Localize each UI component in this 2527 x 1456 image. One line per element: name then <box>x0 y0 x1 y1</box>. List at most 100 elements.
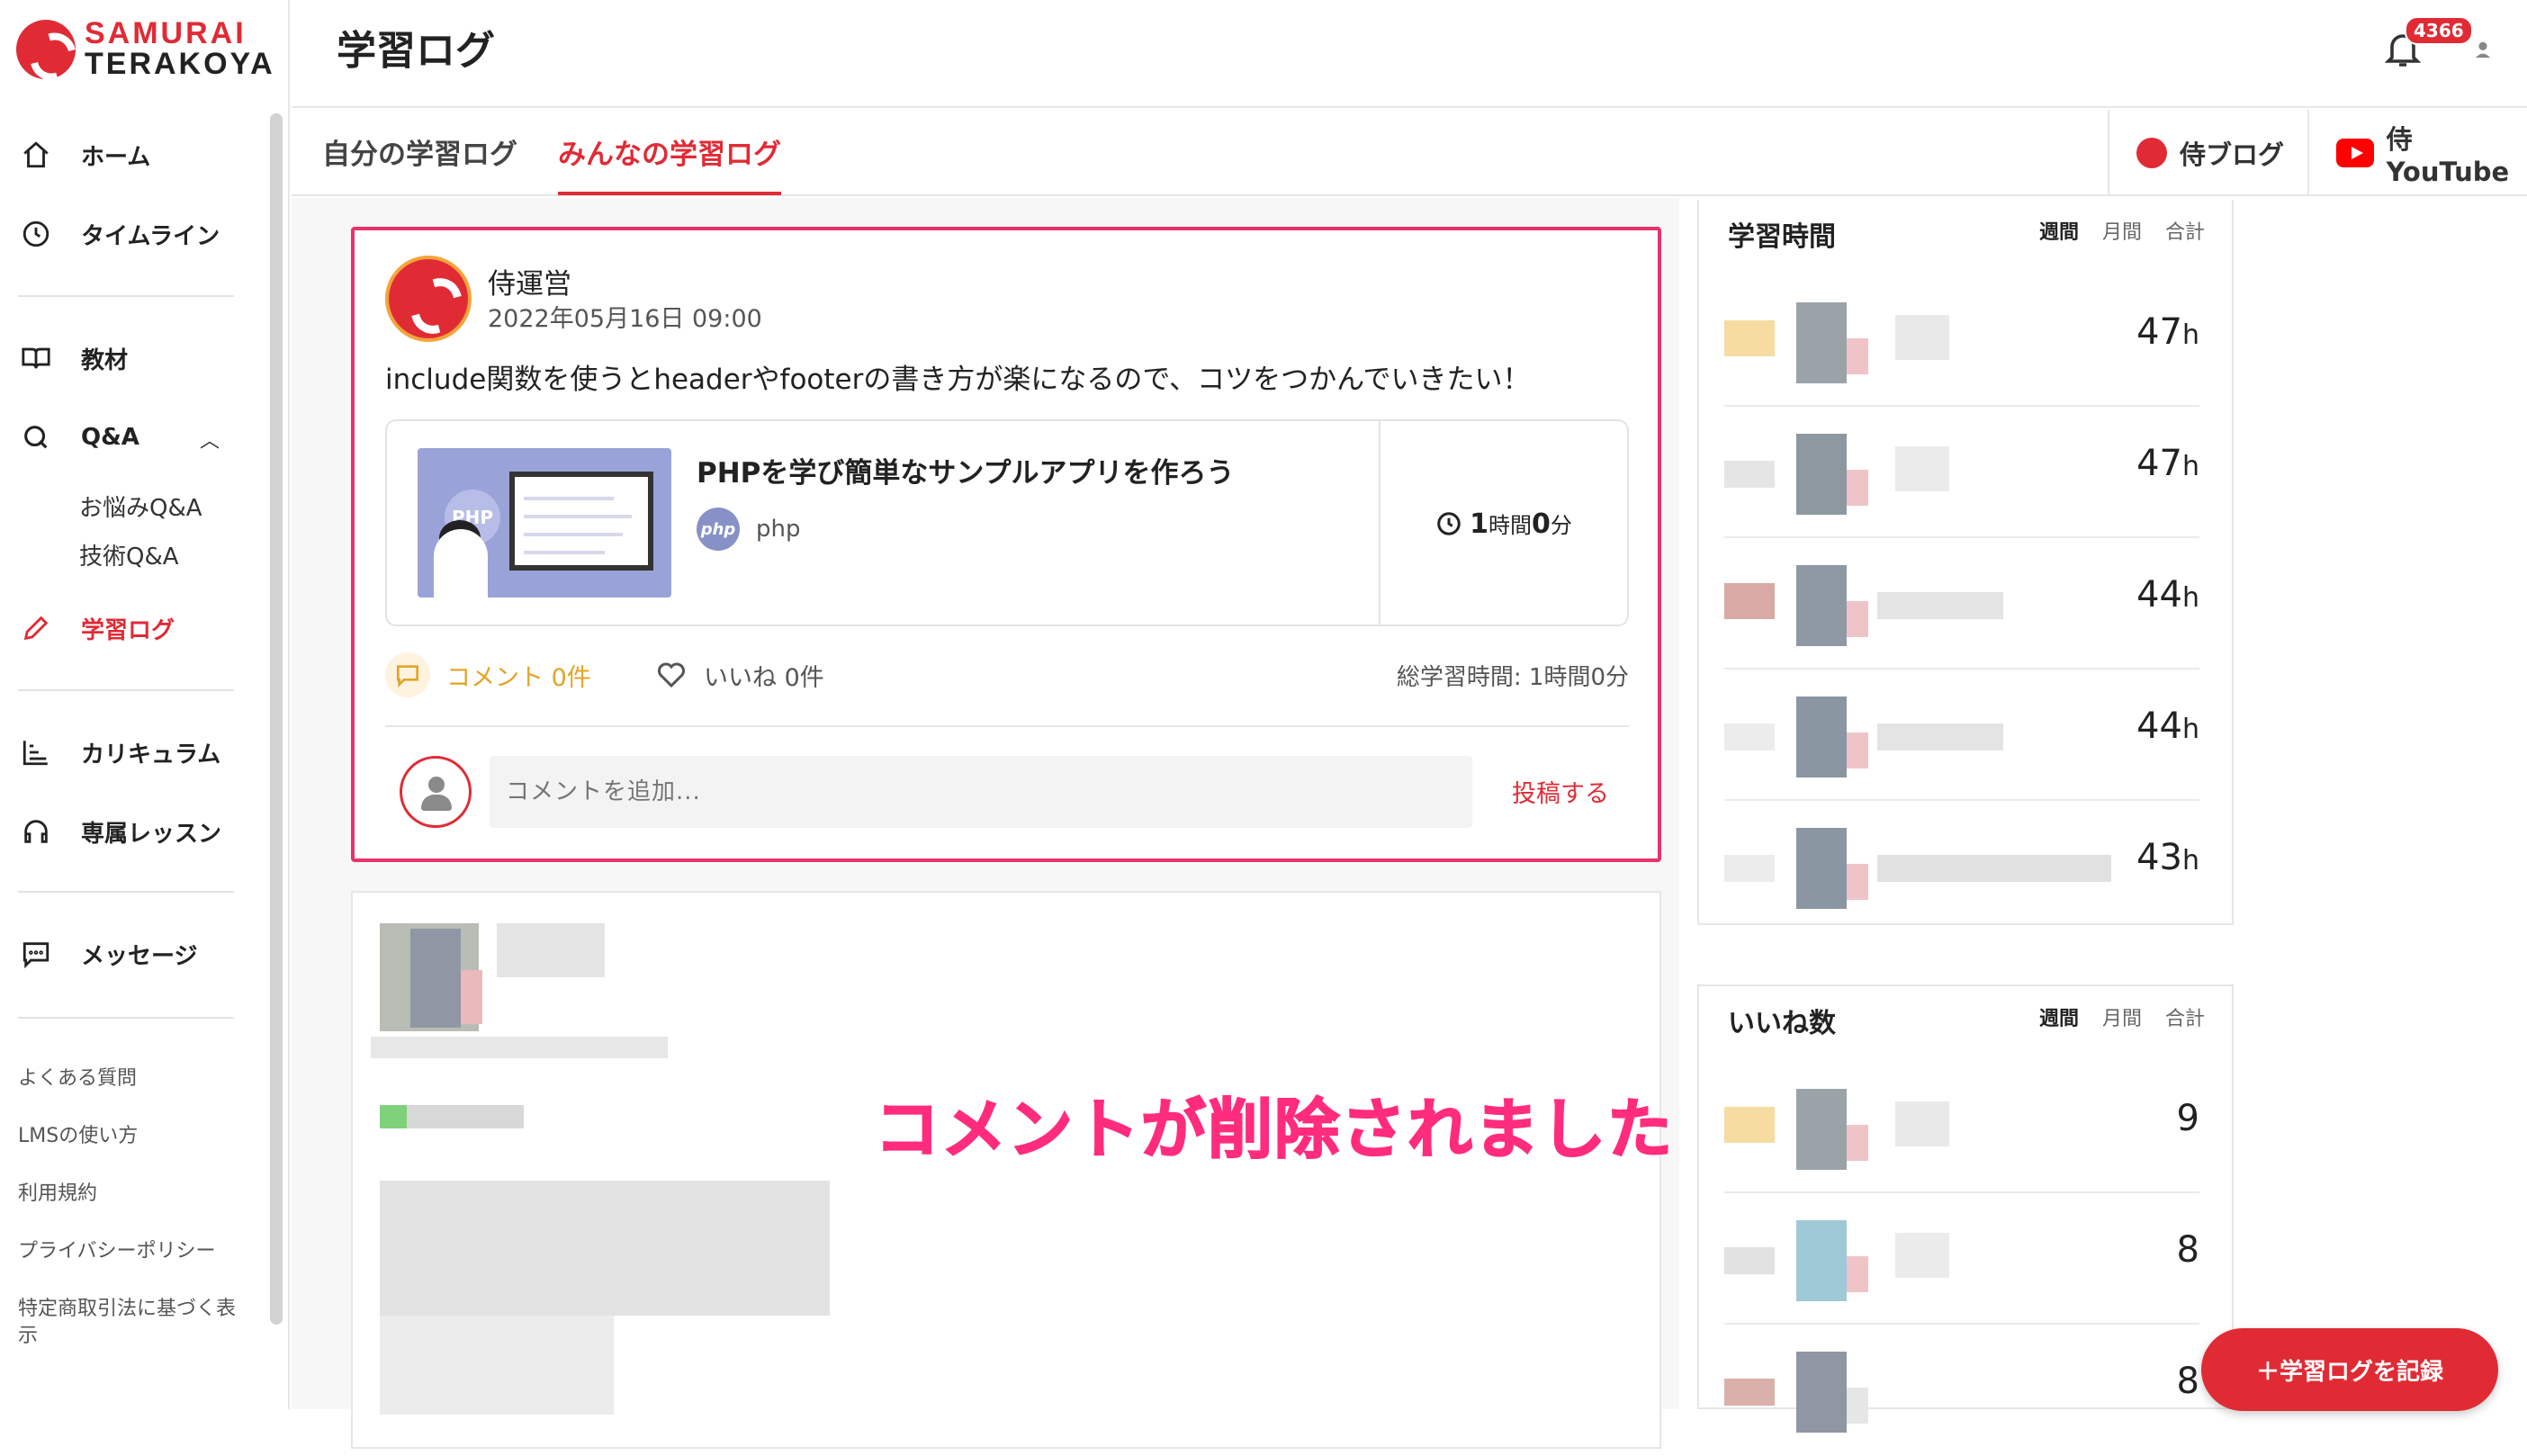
nav-label-qa: Q&A <box>81 424 139 451</box>
blurred-user <box>1724 828 2111 909</box>
ranking-unit: h <box>2181 451 2199 482</box>
ranking-value: 47 <box>2136 311 2182 353</box>
nav-item-message[interactable]: メッセージ <box>18 927 234 981</box>
record-log-button[interactable]: ＋学習ログを記録 <box>2201 1328 2498 1411</box>
samurai-logo-icon <box>16 20 76 79</box>
ranking-unit: h <box>2181 714 2199 745</box>
blurred-user <box>1724 1220 1994 1301</box>
nav-label-message: メッセージ <box>81 942 198 970</box>
samurai-youtube-label: 侍YouTube <box>2386 124 2510 187</box>
home-icon <box>18 137 54 173</box>
sidebar: SAMURAI TERAKOYA ホーム タイムライン 教材 Q&A ︿ お悩み… <box>0 0 290 1409</box>
ranking-unit: h <box>2181 319 2199 351</box>
ranking-row[interactable]: 9 <box>1724 1062 2199 1193</box>
sidebar-scrollbar[interactable] <box>270 113 283 1325</box>
page-title: 学習ログ <box>337 28 495 74</box>
nav-label-lesson: 専属レッスン <box>81 820 222 848</box>
chevron-up-icon[interactable]: ︿ <box>200 425 220 454</box>
youtube-icon <box>2336 139 2374 167</box>
samurai-youtube-link[interactable]: 侍YouTube <box>2307 110 2527 196</box>
total-study-time: 総学習時間: 1時間0分 <box>1396 663 1629 691</box>
course-thumbnail: PHP <box>418 448 671 598</box>
course-title[interactable]: PHPを学び簡単なサンプルアプリを作ろう <box>697 450 1234 490</box>
footer-link-faq[interactable]: よくある質問 <box>18 1065 252 1092</box>
nav-item-timeline[interactable]: タイムライン <box>18 207 234 261</box>
tab-weekly[interactable]: 週間 <box>2039 216 2079 245</box>
nav-subitem-tech-qa[interactable]: 技術Q&A <box>79 538 179 571</box>
top-bar: 学習ログ <box>292 0 2527 108</box>
ranking-row[interactable]: 8 <box>1724 1325 2199 1456</box>
nav-label-learning-log: 学習ログ <box>81 616 175 644</box>
nav-item-home[interactable]: ホーム <box>18 128 234 182</box>
ranking-value: 43 <box>2136 837 2182 878</box>
log-tabs: 自分の学習ログ みんなの学習ログ 侍ブログ 侍YouTube <box>292 110 2527 196</box>
ranking-row[interactable]: 44h <box>1724 538 2199 670</box>
ranking-unit: h <box>2181 582 2199 614</box>
nav-divider <box>18 689 234 691</box>
ranking-row[interactable]: 43h <box>1724 801 2199 932</box>
tab-my-logs[interactable]: 自分の学習ログ <box>322 131 517 192</box>
ranking-value: 8 <box>2176 1361 2199 1402</box>
samurai-terakoya-logo[interactable]: SAMURAI TERAKOYA <box>16 16 273 81</box>
nav-subitem-worries-qa[interactable]: お悩みQ&A <box>79 490 202 523</box>
nav-divider <box>18 1017 234 1019</box>
comment-button[interactable]: コメント 0件 <box>385 650 591 700</box>
chart-steps-icon <box>18 734 54 770</box>
headset-icon <box>18 813 54 849</box>
study-minutes: 0 <box>1532 508 1551 540</box>
comment-count: コメント 0件 <box>446 663 591 692</box>
ranking-likes: いいね数 週間 月間 合計 9 8 8 <box>1697 984 2234 1433</box>
samurai-blog-link[interactable]: 侍ブログ <box>2108 110 2306 196</box>
nav-item-curriculum[interactable]: カリキュラム <box>18 725 234 779</box>
post-actions: コメント 0件 いいね 0件 総学習時間: 1時間0分 <box>385 650 1629 700</box>
like-button[interactable]: いいね 0件 <box>655 650 824 700</box>
monitor-illustration <box>509 472 653 571</box>
tab-weekly[interactable]: 週間 <box>2039 1002 2079 1031</box>
nav-item-learning-log[interactable]: 学習ログ <box>18 601 234 655</box>
hours-unit: 時間 <box>1488 513 1532 538</box>
author-avatar[interactable] <box>385 256 472 342</box>
ranking-row[interactable]: 8 <box>1724 1193 2199 1325</box>
blurred-user <box>1724 434 1994 515</box>
nav-item-lesson[interactable]: 専属レッスン <box>18 804 234 858</box>
ranking-value: 9 <box>2176 1098 2199 1139</box>
submit-comment-button[interactable]: 投稿する <box>1512 774 1609 809</box>
minutes-unit: 分 <box>1550 513 1572 538</box>
ranking-row[interactable]: 47h <box>1724 275 2199 407</box>
tab-total[interactable]: 合計 <box>2165 1002 2205 1031</box>
study-time: 1時間0分 <box>1379 421 1629 626</box>
study-hours: 1 <box>1470 508 1488 540</box>
ranking-value: 47 <box>2136 443 2182 484</box>
course-tag-label: php <box>756 516 801 543</box>
tab-monthly[interactable]: 月間 <box>2102 1002 2142 1031</box>
ranking-time-tabs: 週間 月間 合計 <box>2039 216 2205 245</box>
footer-link-terms[interactable]: 利用規約 <box>18 1181 252 1208</box>
nav-item-materials[interactable]: 教材 <box>18 331 234 385</box>
ranking-row[interactable]: 44h <box>1724 670 2199 801</box>
feed-area: 侍運営 2022年05月16日 09:00 include関数を使うとheade… <box>292 198 1679 1449</box>
tab-monthly[interactable]: 月間 <box>2102 216 2142 245</box>
book-icon <box>18 340 54 376</box>
nav-label-home: ホーム <box>81 143 151 171</box>
course-card[interactable]: PHP PHPを学び簡単なサンプルアプリを作ろう php php 1時間0分 <box>385 419 1629 626</box>
ranking-value: 44 <box>2136 574 2182 616</box>
post-text: include関数を使うとheaderやfooterの書き方が楽になるので、コツ… <box>385 364 1531 396</box>
user-icon[interactable] <box>2473 40 2493 59</box>
footer-link-howto[interactable]: LMSの使い方 <box>18 1123 252 1150</box>
tab-everyone-logs[interactable]: みんなの学習ログ <box>558 131 781 195</box>
ranking-row[interactable]: 47h <box>1724 407 2199 538</box>
author-name[interactable]: 侍運営 <box>488 261 571 301</box>
nav-divider <box>18 295 234 297</box>
blurred-user <box>1724 1089 1994 1170</box>
blurred-user <box>1724 565 2003 646</box>
comment-input[interactable] <box>490 756 1472 828</box>
nav-label-curriculum: カリキュラム <box>81 741 221 768</box>
footer-link-law[interactable]: 特定商取引法に基づく表示 <box>18 1296 243 1350</box>
q-icon <box>18 419 54 455</box>
ranking-time-title: 学習時間 <box>1728 221 1836 253</box>
heart-icon <box>658 662 685 688</box>
logo-text-terakoya: TERAKOYA <box>85 47 275 81</box>
tab-total[interactable]: 合計 <box>2165 216 2205 245</box>
comment-icon <box>385 652 430 697</box>
footer-link-privacy[interactable]: プライバシーポリシー <box>18 1238 252 1265</box>
